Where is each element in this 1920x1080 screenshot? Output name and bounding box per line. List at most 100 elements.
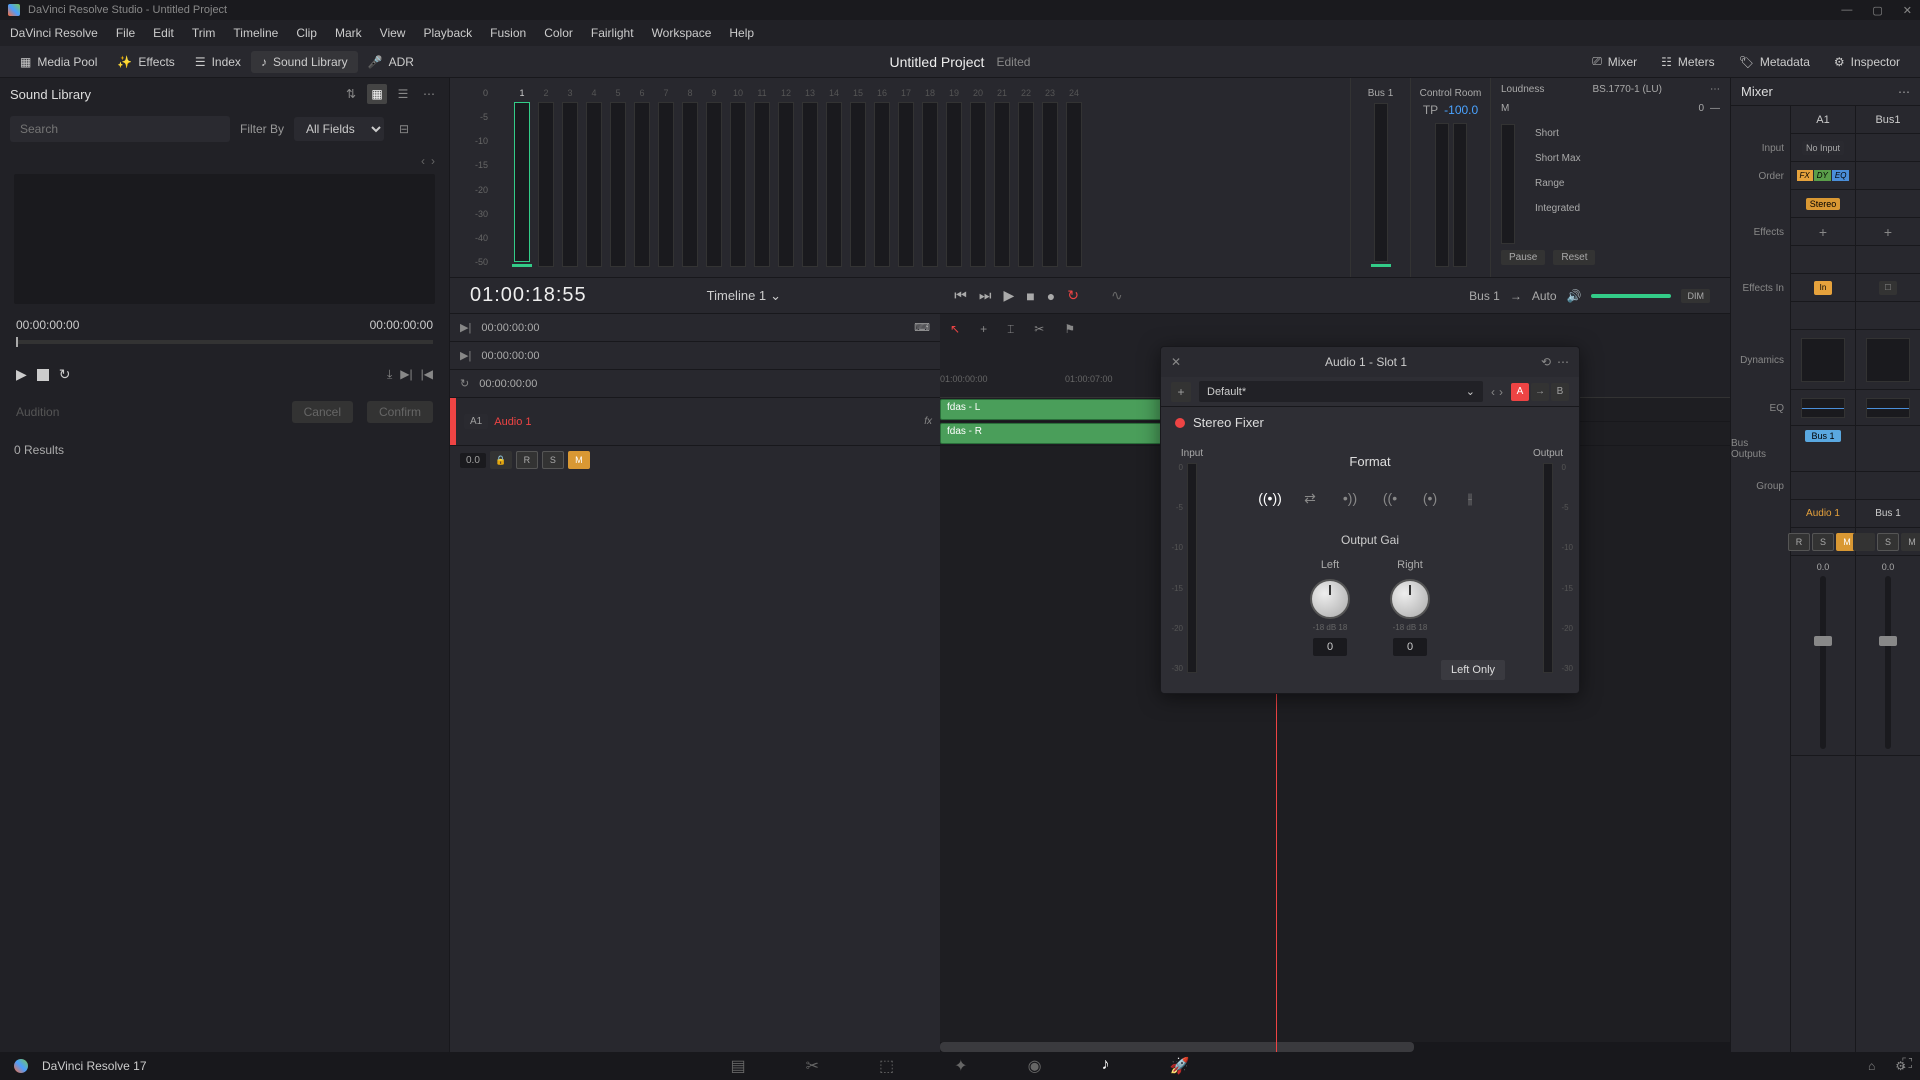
mixer-more-icon[interactable]: ⋯ [1898, 85, 1910, 99]
media-page-icon[interactable]: ▤ [731, 1056, 746, 1076]
preset-add-icon[interactable]: + [1171, 382, 1191, 402]
format-ms-icon[interactable]: ⫲ [1457, 485, 1483, 511]
fairlight-page-icon[interactable]: ♪ [1102, 1056, 1110, 1076]
add-tool-icon[interactable]: + [980, 322, 987, 337]
bypass-indicator-icon[interactable] [1175, 418, 1185, 428]
preset-selector[interactable]: Default*⌄ [1199, 381, 1483, 402]
menu-timeline[interactable]: Timeline [233, 26, 278, 40]
range-tool-icon[interactable]: ⌶ [1007, 322, 1014, 337]
menu-playback[interactable]: Playback [423, 26, 472, 40]
fastfwd-icon[interactable]: ⏭ [979, 287, 992, 304]
tc-go-icon[interactable]: ▶| [460, 321, 471, 334]
speaker-icon[interactable]: 🔊 [1567, 289, 1582, 303]
track-fx-label[interactable]: fx [924, 416, 932, 427]
preset-next-icon[interactable]: › [1499, 385, 1503, 399]
format-stereo-icon[interactable]: ((•)) [1257, 485, 1283, 511]
expand-icon[interactable]: ⛶ [1902, 1055, 1912, 1072]
reset-button[interactable]: Reset [1553, 250, 1595, 265]
bus-output[interactable]: Bus 1 [1805, 430, 1840, 442]
preview-skip-icon[interactable]: ⤓ [387, 367, 392, 382]
inspector-button[interactable]: ⚙Inspector [1824, 50, 1910, 73]
menu-mark[interactable]: Mark [335, 26, 362, 40]
menu-workspace[interactable]: Workspace [652, 26, 712, 40]
plugin-reset-icon[interactable]: ⟲ [1541, 355, 1551, 369]
mixer-button[interactable]: ⎚Mixer [1582, 50, 1647, 73]
loop-icon[interactable]: ↻ [1067, 287, 1079, 304]
dynamics-graph[interactable] [1866, 338, 1910, 382]
effects-in-button[interactable]: In [1814, 281, 1832, 295]
grid-view-icon[interactable]: ▦ [367, 84, 387, 104]
menu-trim[interactable]: Trim [192, 26, 216, 40]
format-mono-icon[interactable]: (•) [1417, 485, 1443, 511]
automation-icon[interactable]: ∿ [1111, 287, 1123, 304]
eq-graph[interactable] [1866, 398, 1910, 418]
compare-arrow-icon[interactable]: → [1531, 383, 1549, 401]
home-icon[interactable]: ⌂ [1868, 1059, 1875, 1073]
more-icon[interactable]: ⋯ [419, 84, 439, 104]
sort-icon[interactable]: ⇅ [341, 84, 361, 104]
record-arm-button[interactable]: R [516, 451, 538, 469]
fader-bus1[interactable] [1885, 576, 1891, 749]
menu-edit[interactable]: Edit [153, 26, 174, 40]
menu-view[interactable]: View [380, 26, 406, 40]
preview-loop-icon[interactable]: ↻ [59, 366, 71, 383]
menu-color[interactable]: Color [544, 26, 573, 40]
menu-file[interactable]: File [116, 26, 135, 40]
strip-input[interactable]: No Input [1802, 141, 1844, 155]
format-right-icon[interactable]: •)) [1337, 485, 1363, 511]
pause-button[interactable]: Pause [1501, 250, 1545, 265]
left-gain-knob[interactable] [1310, 579, 1350, 619]
track-volume[interactable]: 0.0 [460, 453, 486, 468]
cut-tool-icon[interactable]: ✂ [1034, 322, 1044, 337]
filter-select[interactable]: All Fields [294, 117, 384, 141]
record-icon[interactable]: ● [1047, 288, 1055, 304]
fusion-page-icon[interactable]: ✦ [954, 1056, 967, 1076]
media-pool-button[interactable]: ▦Media Pool [10, 51, 107, 73]
adr-button[interactable]: 🎤ADR [358, 51, 424, 73]
timeline-selector[interactable]: Timeline 1⌄ [707, 288, 781, 304]
tc-go-icon[interactable]: ▶| [460, 349, 471, 362]
keyboard-icon[interactable]: ⌨ [914, 321, 930, 334]
loudness-more-icon[interactable]: ⋯ [1710, 84, 1720, 95]
add-effect-icon[interactable]: + [1884, 224, 1892, 240]
preset-prev-icon[interactable]: ‹ [1491, 385, 1495, 399]
format-left-icon[interactable]: ((• [1377, 485, 1403, 511]
search-input[interactable] [10, 116, 230, 142]
confirm-button[interactable]: Confirm [367, 401, 433, 423]
compare-b-button[interactable]: B [1551, 383, 1569, 401]
menu-davinci[interactable]: DaVinci Resolve [10, 26, 98, 40]
effects-button[interactable]: ✨Effects [107, 51, 184, 73]
prev-icon[interactable]: ‹ [421, 154, 425, 168]
left-gain-value[interactable]: 0 [1313, 638, 1347, 656]
filter-options-icon[interactable]: ⊟ [394, 119, 414, 139]
marker-tool-icon[interactable]: ⚑ [1064, 322, 1075, 337]
mute-button[interactable]: M [568, 451, 590, 469]
edit-page-icon[interactable]: ⬚ [879, 1056, 894, 1076]
menu-fairlight[interactable]: Fairlight [591, 26, 634, 40]
right-gain-knob[interactable] [1390, 579, 1430, 619]
add-effect-icon[interactable]: + [1819, 224, 1827, 240]
plugin-more-icon[interactable]: ⋯ [1557, 355, 1569, 369]
monitor-volume-slider[interactable] [1591, 294, 1671, 298]
close-icon[interactable]: ✕ [1903, 4, 1912, 17]
preview-play-icon[interactable]: ▶ [16, 366, 27, 383]
eq-graph[interactable] [1801, 398, 1845, 418]
pointer-tool-icon[interactable]: ↖ [950, 322, 960, 337]
rewind-icon[interactable]: ⏮ [954, 287, 967, 304]
tc-loop-icon[interactable]: ↻ [460, 377, 469, 390]
track-id[interactable]: A1 [464, 414, 488, 429]
color-page-icon[interactable]: ◉ [1028, 1056, 1042, 1076]
cut-page-icon[interactable]: ✂ [806, 1056, 819, 1076]
cancel-button[interactable]: Cancel [292, 401, 353, 423]
preview-prev-icon[interactable]: |◀ [421, 367, 433, 382]
format-swap-icon[interactable]: ⇄ [1297, 485, 1323, 511]
minimize-icon[interactable]: — [1841, 4, 1852, 17]
next-icon[interactable]: › [431, 154, 435, 168]
dim-button[interactable]: DIM [1681, 289, 1710, 303]
preview-stop-icon[interactable] [37, 369, 49, 381]
metadata-button[interactable]: 🏷Metadata [1729, 50, 1820, 73]
index-button[interactable]: ☰Index [185, 51, 251, 73]
deliver-page-icon[interactable]: 🚀 [1170, 1056, 1190, 1076]
plugin-close-icon[interactable]: ✕ [1171, 355, 1181, 369]
lock-icon[interactable]: 🔒 [490, 451, 512, 469]
